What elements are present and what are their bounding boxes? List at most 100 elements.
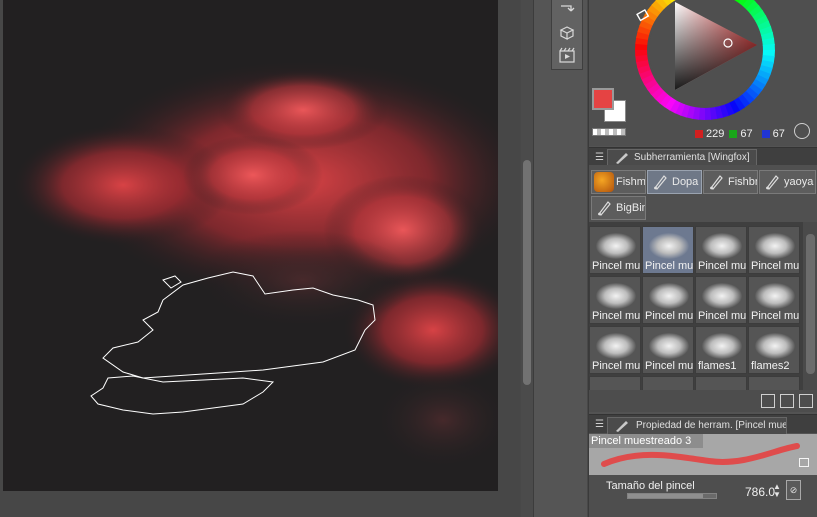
palette-menu-icon[interactable]: ☰ — [595, 152, 604, 163]
tool-property-title: Propiedad de herram. [Pincel mue — [636, 420, 787, 431]
duplicate-subtool-icon[interactable] — [780, 394, 794, 408]
tool-stack — [551, 0, 583, 70]
subtool-label: Fishbr — [728, 176, 758, 188]
subtool-label: yaoya — [784, 176, 814, 188]
brush-material-item[interactable] — [748, 376, 800, 390]
brush-material-label: Pincel mue — [698, 310, 747, 322]
scrollbar-thumb[interactable] — [523, 160, 531, 385]
brush-thumbnail — [596, 283, 636, 309]
subtool-footer — [589, 390, 817, 412]
command-bar — [533, 0, 587, 517]
brush-thumbnail — [596, 333, 636, 359]
brush-material-label: Pincel mue — [751, 310, 800, 322]
brush-material-item[interactable]: Pincel mue — [589, 276, 641, 324]
brush-material-item[interactable]: Pincel mue — [748, 276, 800, 324]
import-subtool-icon[interactable] — [761, 394, 775, 408]
brush-stroke-preview: Pincel muestreado 3 — [589, 434, 817, 475]
main-color-swatch[interactable] — [592, 88, 614, 110]
brush-size-value[interactable]: 786.0 — [745, 485, 775, 499]
brush-size-label: Tamaño del pincel — [606, 480, 695, 492]
pen-icon — [650, 172, 670, 192]
size-stepper[interactable]: ▲ ▼ — [772, 483, 782, 499]
drawing-canvas[interactable] — [3, 0, 498, 491]
scrollbar-thumb[interactable] — [806, 234, 815, 374]
brush-material-label: flames1 — [698, 360, 737, 372]
lock-icon[interactable] — [799, 458, 809, 467]
subtool-fishm[interactable]: Fishm — [591, 170, 646, 194]
subtool-fishbr[interactable]: Fishbr — [703, 170, 758, 194]
fish-brush-icon — [594, 172, 614, 192]
tool-property-header: ☰ Propiedad de herram. [Pincel mue — [589, 414, 817, 434]
brush-thumbnail — [596, 233, 636, 259]
blue-value: 67 — [772, 128, 785, 140]
brush-grid-scrollbar[interactable] — [803, 222, 817, 390]
transparent-color-chip[interactable] — [592, 128, 626, 136]
brush-material-item[interactable]: Pincel mue — [642, 326, 694, 374]
right-panel: 229 67 67 ☰ Subherramienta [Wingfox] Fis… — [588, 0, 817, 517]
tab-tool-property[interactable]: Propiedad de herram. [Pincel mue — [607, 417, 787, 434]
palette-menu-icon[interactable]: ☰ — [595, 419, 604, 430]
slider-fill — [628, 494, 703, 498]
brush-thumbnail — [755, 283, 795, 309]
brush-name: Pincel muestreado 3 — [589, 434, 703, 448]
brush-material-item[interactable]: Pincel mue — [748, 226, 800, 274]
brush-material-item[interactable]: Pincel mue — [642, 276, 694, 324]
brush-material-label: Pincel mue — [592, 360, 641, 372]
subtool-dopa[interactable]: Dopa — [647, 170, 702, 194]
brush-material-item[interactable] — [589, 376, 641, 390]
brush-material-label: Pincel mue — [592, 260, 641, 272]
subtool-yaoya[interactable]: yaoya — [759, 170, 816, 194]
brush-thumbnail — [649, 283, 689, 309]
brush-thumbnail — [755, 333, 795, 359]
brush-thumbnail — [702, 333, 742, 359]
color-wheel-panel: 229 67 67 — [589, 0, 817, 146]
brush-material-label: Pincel mue — [645, 360, 694, 372]
brush-material-item[interactable]: Pincel mue — [695, 226, 747, 274]
rgb-readout: 229 67 67 — [695, 128, 785, 140]
brush-material-label: Pincel mue — [592, 310, 641, 322]
brush-material-label: Pincel mue — [645, 260, 694, 272]
brush-material-item[interactable]: flames2 — [748, 326, 800, 374]
tab-subtool[interactable]: Subherramienta [Wingfox] — [607, 149, 757, 166]
brush-material-item[interactable] — [695, 376, 747, 390]
brush-material-label: Pincel mue — [698, 260, 747, 272]
brush-thumbnail — [702, 283, 742, 309]
animation-icon[interactable] — [552, 44, 582, 66]
subtool-header-title: Subherramienta [Wingfox] — [634, 152, 750, 163]
brush-size-slider[interactable] — [627, 493, 717, 499]
canvas-workspace — [0, 0, 520, 517]
brush-thumbnail — [649, 333, 689, 359]
pressure-settings-button[interactable]: ⊘ — [786, 480, 801, 500]
subtool-palette-header: ☰ Subherramienta [Wingfox] — [589, 147, 817, 166]
brush-material-item[interactable]: flames1 — [695, 326, 747, 374]
red-channel-icon — [695, 130, 703, 138]
pen-icon — [762, 172, 782, 192]
blue-channel-icon — [761, 130, 770, 138]
brush-size-row: Tamaño del pincel 786.0 ▲ ▼ ⊘ — [589, 475, 817, 517]
brush-material-item[interactable]: Pincel mue — [695, 276, 747, 324]
red-value: 229 — [706, 128, 725, 140]
subtool-label: BigBin — [616, 202, 646, 214]
brush-material-label: flames2 — [751, 360, 790, 372]
subtool-bigbin[interactable]: BigBin — [591, 196, 646, 220]
subtool-list: Fishm Dopa Fishbr yaoya BigBin — [589, 165, 817, 222]
brush-material-item[interactable]: Pincel mue — [589, 326, 641, 374]
brush-tool-icon — [616, 421, 628, 432]
delete-subtool-icon[interactable] — [799, 394, 813, 408]
brush-material-item[interactable]: Pincel mue — [642, 226, 694, 274]
brush-material-item[interactable] — [642, 376, 694, 390]
color-wheel[interactable] — [627, 0, 783, 128]
3d-cube-icon[interactable] — [552, 22, 582, 44]
brush-tool-icon — [616, 153, 628, 164]
brush-thumbnail — [702, 233, 742, 259]
pen-icon — [706, 172, 726, 192]
brush-material-grid: Pincel mue Pincel mue Pincel mue Pincel mue… — [589, 222, 803, 390]
subtool-label: Fishm — [616, 176, 646, 188]
canvas-vertical-scrollbar[interactable] — [521, 0, 533, 517]
layer-move-icon[interactable] — [552, 0, 582, 22]
brush-material-item[interactable]: Pincel mue — [589, 226, 641, 274]
green-value: 67 — [740, 128, 753, 140]
brush-thumbnail — [755, 233, 795, 259]
color-settings-icon[interactable] — [794, 123, 810, 139]
subtool-label: Dopa — [672, 176, 699, 188]
